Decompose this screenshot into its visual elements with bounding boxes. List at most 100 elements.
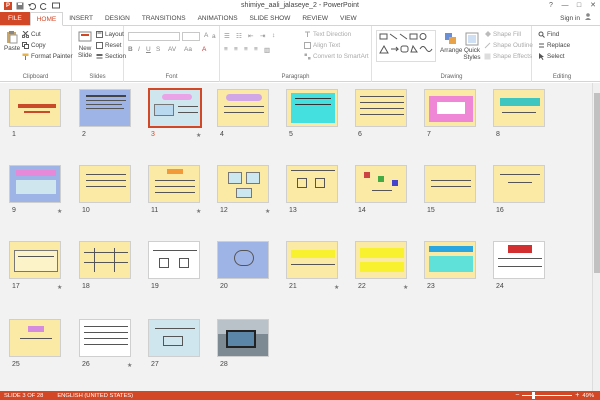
layout-button[interactable]: Layout xyxy=(96,31,124,38)
underline-icon[interactable]: U xyxy=(146,46,151,53)
zoom-out-icon[interactable]: − xyxy=(515,392,519,399)
reset-button[interactable]: Reset xyxy=(96,42,121,49)
slide-thumbnail-21[interactable] xyxy=(286,241,338,279)
paste-button[interactable]: Paste xyxy=(4,30,20,52)
align-center-icon[interactable]: ≡ xyxy=(234,46,238,53)
bullets-icon[interactable]: ☰ xyxy=(224,32,230,40)
slide-thumbnail-2[interactable] xyxy=(79,89,131,127)
tab-view[interactable]: VIEW xyxy=(334,12,363,25)
undo-icon[interactable] xyxy=(28,2,37,10)
slide-thumbnail-12[interactable] xyxy=(217,165,269,203)
decrease-indent-icon[interactable]: ⇤ xyxy=(248,32,253,40)
zoom-in-icon[interactable]: + xyxy=(575,392,579,399)
format-painter-button[interactable]: Format Painter xyxy=(22,53,73,60)
cut-button[interactable]: Cut xyxy=(21,30,41,39)
redo-icon[interactable] xyxy=(39,2,48,10)
maximize-button[interactable]: □ xyxy=(572,0,586,12)
shapes-gallery[interactable] xyxy=(376,30,436,62)
align-left-icon[interactable]: ≡ xyxy=(224,46,228,53)
change-case-icon[interactable]: Aa xyxy=(184,46,192,53)
zoom-slider[interactable] xyxy=(522,392,573,399)
strikethrough-icon[interactable]: S xyxy=(156,46,160,53)
transition-star-icon[interactable]: ★ xyxy=(196,208,201,215)
transition-star-icon[interactable]: ★ xyxy=(403,284,408,291)
slide-thumbnail-8[interactable] xyxy=(493,89,545,127)
slide-thumbnail-26[interactable] xyxy=(79,319,131,357)
tab-transitions[interactable]: TRANSITIONS xyxy=(136,12,192,25)
slide-thumbnail-16[interactable] xyxy=(493,165,545,203)
font-size-input[interactable] xyxy=(182,32,200,41)
font-name-input[interactable] xyxy=(128,32,180,41)
section-button[interactable]: Section xyxy=(96,53,126,60)
justify-icon[interactable]: ≡ xyxy=(254,46,258,53)
tab-animations[interactable]: ANIMATIONS xyxy=(192,12,244,25)
find-button[interactable]: Find xyxy=(538,31,559,38)
slide-thumbnail-1[interactable] xyxy=(9,89,61,127)
transition-star-icon[interactable]: ★ xyxy=(265,208,270,215)
slide-thumbnail-14[interactable] xyxy=(355,165,407,203)
font-color-icon[interactable]: A xyxy=(202,46,206,53)
slide-thumbnail-24[interactable] xyxy=(493,241,545,279)
transition-star-icon[interactable]: ★ xyxy=(127,362,132,369)
slide-thumbnail-15[interactable] xyxy=(424,165,476,203)
slide-thumbnail-22[interactable] xyxy=(355,241,407,279)
slide-thumbnail-7[interactable] xyxy=(424,89,476,127)
decrease-font-icon[interactable]: a xyxy=(212,33,216,40)
bold-icon[interactable]: B xyxy=(128,46,133,53)
copy-button[interactable]: Copy xyxy=(22,42,46,49)
language-status[interactable]: ENGLISH (UNITED STATES) xyxy=(57,393,133,399)
slide-thumbnail-5[interactable] xyxy=(286,89,338,127)
tab-insert[interactable]: INSERT xyxy=(63,12,99,25)
tab-file[interactable]: FILE xyxy=(0,12,30,25)
slide-thumbnail-27[interactable] xyxy=(148,319,200,357)
help-button[interactable]: ? xyxy=(544,0,558,12)
zoom-level[interactable]: 49% xyxy=(582,393,594,399)
transition-star-icon[interactable]: ★ xyxy=(57,208,62,215)
save-icon[interactable] xyxy=(16,2,24,10)
italic-icon[interactable]: I xyxy=(138,46,140,53)
minimize-button[interactable]: — xyxy=(558,0,572,12)
transition-star-icon[interactable]: ★ xyxy=(334,284,339,291)
slide-thumbnail-3[interactable] xyxy=(148,88,202,128)
slide-thumbnail-19[interactable] xyxy=(148,241,200,279)
transition-star-icon[interactable]: ★ xyxy=(57,284,62,291)
shape-outline-button[interactable]: Shape Outline xyxy=(484,42,533,49)
slide-thumbnail-9[interactable] xyxy=(9,165,61,203)
sign-in-link[interactable]: Sign in xyxy=(560,12,580,26)
columns-icon[interactable]: ▥ xyxy=(264,46,270,54)
char-spacing-icon[interactable]: AV xyxy=(168,46,176,53)
increase-font-icon[interactable]: A xyxy=(204,32,208,39)
align-right-icon[interactable]: ≡ xyxy=(244,46,248,53)
tab-slide-show[interactable]: SLIDE SHOW xyxy=(244,12,297,25)
arrange-button[interactable]: Arrange xyxy=(440,32,462,54)
slide-thumbnail-17[interactable] xyxy=(9,241,61,279)
align-text-button[interactable]: Align Text xyxy=(304,42,340,49)
numbering-icon[interactable]: ☷ xyxy=(236,32,242,40)
slide-thumbnail-20[interactable] xyxy=(217,241,269,279)
increase-indent-icon[interactable]: ⇥ xyxy=(260,32,265,40)
convert-smartart-button[interactable]: Convert to SmartArt xyxy=(304,53,369,60)
slide-thumbnail-25[interactable] xyxy=(9,319,61,357)
slide-thumbnail-10[interactable] xyxy=(79,165,131,203)
vertical-scrollbar[interactable] xyxy=(592,83,600,391)
shape-fill-button[interactable]: Shape Fill xyxy=(484,31,521,38)
slide-thumbnail-11[interactable] xyxy=(148,165,200,203)
quick-styles-button[interactable]: Quick Styles xyxy=(462,32,482,61)
user-icon[interactable] xyxy=(584,12,592,26)
close-button[interactable]: ✕ xyxy=(586,0,600,12)
slide-thumbnail-6[interactable] xyxy=(355,89,407,127)
slide-thumbnail-13[interactable] xyxy=(286,165,338,203)
tab-design[interactable]: DESIGN xyxy=(99,12,136,25)
slide-thumbnail-4[interactable] xyxy=(217,89,269,127)
slide-thumbnail-18[interactable] xyxy=(79,241,131,279)
tab-home[interactable]: HOME xyxy=(29,12,64,26)
replace-button[interactable]: Replace xyxy=(538,42,570,49)
start-slideshow-icon[interactable] xyxy=(52,2,60,10)
zoom-slider-thumb[interactable] xyxy=(532,392,536,399)
text-direction-button[interactable]: Text Direction xyxy=(304,31,351,38)
tab-review[interactable]: REVIEW xyxy=(296,12,334,25)
scrollbar-thumb[interactable] xyxy=(594,93,600,273)
transition-star-icon[interactable]: ★ xyxy=(196,132,201,139)
line-spacing-icon[interactable]: ↕ xyxy=(272,32,275,39)
new-slide-button[interactable]: New Slide xyxy=(75,30,95,59)
